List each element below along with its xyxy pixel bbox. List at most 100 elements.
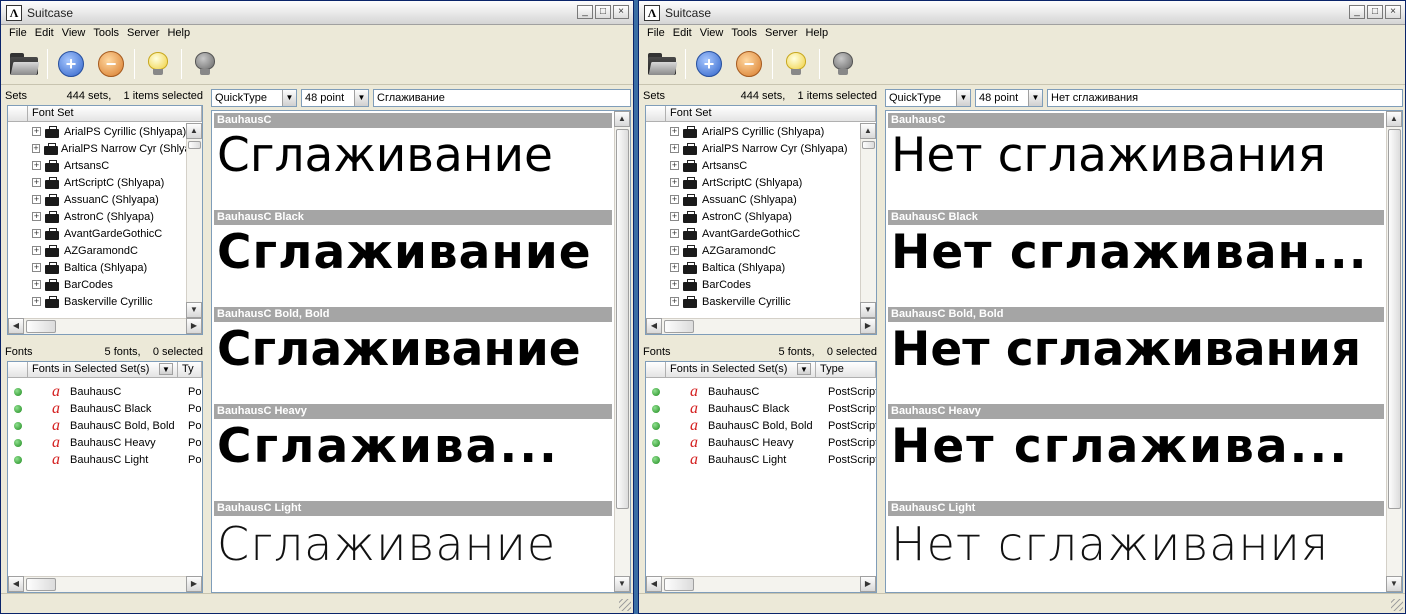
scroll-thumb[interactable] — [664, 578, 694, 591]
set-row[interactable]: + AstronC (Shlyapa) — [8, 208, 186, 225]
preview-mode-select[interactable]: QuickType ▼ — [885, 89, 971, 107]
resize-grip-icon[interactable] — [1391, 599, 1403, 611]
set-row[interactable]: + ArialPS Cyrillic (Shlyapa) — [8, 123, 186, 140]
sets-horizontal-scrollbar[interactable]: ◀ ▶ — [8, 318, 202, 334]
expand-icon[interactable]: + — [670, 127, 679, 136]
scroll-thumb[interactable] — [1388, 129, 1401, 509]
scroll-thumb[interactable] — [862, 141, 875, 149]
sets-vertical-scrollbar[interactable]: ▲ ▼ — [860, 123, 876, 334]
set-row[interactable]: + BarCodes — [8, 276, 186, 293]
type-column[interactable]: Ty — [178, 362, 202, 377]
expand-icon[interactable]: + — [32, 246, 41, 255]
point-size-select[interactable]: 48 point ▼ — [301, 89, 369, 107]
expand-icon[interactable]: + — [670, 280, 679, 289]
set-row[interactable]: + AvantGardeGothicC — [8, 225, 186, 242]
expand-icon[interactable]: + — [32, 297, 41, 306]
fonts-horizontal-scrollbar[interactable]: ◀ ▶ — [8, 576, 202, 592]
scroll-left-icon[interactable]: ◀ — [646, 576, 662, 592]
font-preview[interactable]: BauhausC Light Сглаживание — [214, 501, 612, 592]
chevron-down-icon[interactable]: ▼ — [354, 90, 368, 106]
menu-view[interactable]: View — [58, 25, 90, 43]
menu-file[interactable]: File — [643, 25, 669, 43]
remove-set-button[interactable]: − — [732, 46, 766, 82]
menu-tools[interactable]: Tools — [89, 25, 123, 43]
expand-icon[interactable]: + — [32, 212, 41, 221]
expand-icon[interactable]: + — [32, 161, 41, 170]
minimize-button[interactable]: _ — [577, 5, 593, 19]
font-row[interactable]: a BauhausC Bold, Bold PostScript — [646, 417, 876, 434]
preview-area[interactable]: BauhausC Light Нет сглаживания BauhausC He… — [885, 110, 1403, 593]
expand-icon[interactable]: + — [670, 195, 679, 204]
column-sort-icon[interactable]: ▼ — [159, 363, 173, 375]
scroll-thumb[interactable] — [26, 320, 56, 333]
set-row[interactable]: + Baltica (Shlyapa) — [646, 259, 860, 276]
font-row[interactable]: a BauhausC Black Po — [8, 400, 202, 417]
font-preview[interactable]: BauhausC Light Нет сглаживания — [888, 501, 1384, 592]
add-set-button[interactable]: + — [692, 46, 726, 82]
set-row[interactable]: + ArialPS Narrow Cyr (Shlyapa) — [646, 140, 860, 157]
font-set-column[interactable]: Font Set — [28, 106, 202, 121]
font-preview[interactable]: BauhausC Heavy Сглажива... — [214, 404, 612, 501]
expand-icon[interactable]: + — [32, 127, 41, 136]
font-row[interactable]: a BauhausC Light PostScript — [646, 451, 876, 468]
menu-view[interactable]: View — [696, 25, 728, 43]
deactivate-button[interactable] — [826, 46, 860, 82]
set-row[interactable]: + ArtsansC — [646, 157, 860, 174]
open-suitcase-button[interactable] — [645, 46, 679, 82]
expand-icon[interactable]: + — [670, 161, 679, 170]
set-row[interactable]: + Baltica (Shlyapa) — [8, 259, 186, 276]
preview-vertical-scrollbar[interactable]: ▲ ▼ — [614, 111, 630, 592]
set-row[interactable]: + ArtsansC — [8, 157, 186, 174]
font-row[interactable]: a BauhausC Light Po — [8, 451, 202, 468]
set-row[interactable]: + ArtScriptC (Shlyapa) — [8, 174, 186, 191]
font-row[interactable]: a BauhausC Heavy Po — [8, 434, 202, 451]
minimize-button[interactable]: _ — [1349, 5, 1365, 19]
maximize-button[interactable]: □ — [1367, 5, 1383, 19]
menu-server[interactable]: Server — [761, 25, 801, 43]
scroll-left-icon[interactable]: ◀ — [8, 318, 24, 334]
expand-icon[interactable]: + — [32, 195, 41, 204]
menu-tools[interactable]: Tools — [727, 25, 761, 43]
scroll-left-icon[interactable]: ◀ — [646, 318, 662, 334]
font-row[interactable]: a BauhausC Po — [8, 383, 202, 400]
close-button[interactable]: × — [613, 5, 629, 19]
scroll-right-icon[interactable]: ▶ — [186, 576, 202, 592]
menu-edit[interactable]: Edit — [31, 25, 58, 43]
set-row[interactable]: + AstronC (Shlyapa) — [646, 208, 860, 225]
menu-help[interactable]: Help — [163, 25, 194, 43]
scroll-right-icon[interactable]: ▶ — [186, 318, 202, 334]
expand-icon[interactable]: + — [32, 263, 41, 272]
set-row[interactable]: + Baskerville Cyrillic — [646, 293, 860, 310]
chevron-down-icon[interactable]: ▼ — [282, 90, 296, 106]
sample-text-input[interactable]: Сглаживание — [373, 89, 631, 107]
fonts-horizontal-scrollbar[interactable]: ◀ ▶ — [646, 576, 876, 592]
expand-icon[interactable]: + — [32, 178, 41, 187]
fonts-in-set-column[interactable]: Fonts in Selected Set(s) ▼ — [28, 362, 178, 377]
expand-icon[interactable]: + — [670, 263, 679, 272]
scroll-down-icon[interactable]: ▼ — [614, 576, 630, 592]
deactivate-button[interactable] — [188, 46, 222, 82]
scroll-down-icon[interactable]: ▼ — [1386, 576, 1402, 592]
font-set-column[interactable]: Font Set — [666, 106, 876, 121]
set-row[interactable]: + ArtScriptC (Shlyapa) — [646, 174, 860, 191]
scroll-thumb[interactable] — [188, 141, 201, 149]
set-row[interactable]: + AvantGardeGothicC — [646, 225, 860, 242]
menu-file[interactable]: File — [5, 25, 31, 43]
activate-button[interactable] — [779, 46, 813, 82]
expand-icon[interactable]: + — [32, 280, 41, 289]
expand-icon[interactable]: + — [670, 144, 679, 153]
fonts-list[interactable]: Fonts in Selected Set(s) ▼ Ty a BauhausC P… — [7, 361, 203, 593]
font-preview[interactable]: BauhausC Bold, Bold Нет сглаживания — [888, 307, 1384, 404]
set-row[interactable]: + Baskerville Cyrillic — [8, 293, 186, 310]
set-row[interactable]: + AssuanC (Shlyapa) — [646, 191, 860, 208]
close-button[interactable]: × — [1385, 5, 1401, 19]
fonts-in-set-column[interactable]: Fonts in Selected Set(s) ▼ — [666, 362, 816, 377]
set-row[interactable]: + BarCodes — [646, 276, 860, 293]
font-preview[interactable]: BauhausC Сглаживание — [214, 113, 612, 210]
font-preview[interactable]: BauhausC Heavy Нет сглажива... — [888, 404, 1384, 501]
type-column[interactable]: Type — [816, 362, 876, 377]
font-row[interactable]: a BauhausC PostScript — [646, 383, 876, 400]
chevron-down-icon[interactable]: ▼ — [956, 90, 970, 106]
resize-grip-icon[interactable] — [619, 599, 631, 611]
expand-icon[interactable]: + — [670, 229, 679, 238]
